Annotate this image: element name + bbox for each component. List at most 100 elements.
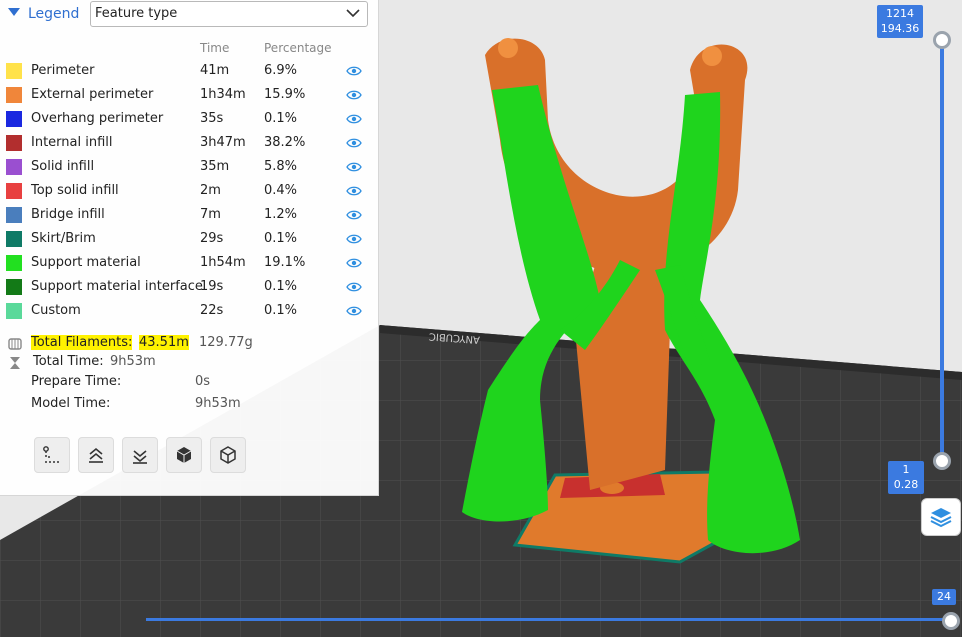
prepare-time-row: Prepare Time: 0s <box>0 374 378 392</box>
bottom-layer-tag: 1 0.28 <box>888 461 924 494</box>
layer-slider-track[interactable] <box>940 40 944 460</box>
color-swatch <box>6 135 22 151</box>
move-slider-handle[interactable] <box>942 612 960 630</box>
feature-time: 29s <box>200 231 224 246</box>
feature-time: 19s <box>200 279 224 294</box>
feature-name: Top solid infill <box>31 183 119 198</box>
model-time-value: 9h53m <box>195 396 241 411</box>
color-swatch <box>6 255 22 271</box>
travel-path-button[interactable] <box>34 437 70 473</box>
legend-row: Skirt/Brim 29s 0.1% <box>0 228 378 250</box>
view-type-value: Feature type <box>95 6 178 21</box>
wireframe-cube-icon <box>220 446 236 464</box>
collapse-triangle-icon[interactable] <box>8 8 20 16</box>
feature-time: 7m <box>200 207 221 222</box>
legend-panel: Legend Feature type Time Percentage Peri… <box>0 0 379 496</box>
prepare-time-label: Prepare Time: <box>31 374 122 389</box>
feature-percentage: 15.9% <box>264 87 306 102</box>
feature-time: 1h34m <box>200 87 246 102</box>
wireframe-view-button[interactable] <box>210 437 246 473</box>
total-filaments-weight: 129.77g <box>199 335 253 350</box>
legend-column-headers: Time Percentage <box>0 41 378 57</box>
feature-name: Skirt/Brim <box>31 231 96 246</box>
total-filaments-length: 43.51m <box>139 335 189 350</box>
color-swatch <box>6 207 22 223</box>
eye-icon[interactable] <box>346 281 362 293</box>
move-slider-tag: 24 <box>932 589 956 605</box>
eye-icon[interactable] <box>346 89 362 101</box>
solid-cube-icon <box>176 447 192 463</box>
feature-percentage: 0.4% <box>264 183 298 198</box>
legend-row: Custom 22s 0.1% <box>0 300 378 322</box>
feature-name: Perimeter <box>31 63 95 78</box>
legend-row: Top solid infill 2m 0.4% <box>0 180 378 202</box>
bottom-layer-number: 1 <box>902 463 910 476</box>
legend-row: Overhang perimeter 35s 0.1% <box>0 108 378 130</box>
legend-row: External perimeter 1h34m 15.9% <box>0 84 378 106</box>
move-slider-track[interactable] <box>146 618 946 621</box>
eye-icon[interactable] <box>346 65 362 77</box>
eye-icon[interactable] <box>346 305 362 317</box>
legend-row: Internal infill 3h47m 38.2% <box>0 132 378 154</box>
eye-icon[interactable] <box>346 209 362 221</box>
layer-down-button[interactable] <box>122 437 158 473</box>
feature-percentage: 0.1% <box>264 111 298 126</box>
chevron-down-icon <box>346 9 360 18</box>
legend-row: Solid infill 35m 5.8% <box>0 156 378 178</box>
hourglass-icon <box>10 357 20 369</box>
feature-name: Internal infill <box>31 135 113 150</box>
layer-up-icon <box>89 447 103 463</box>
legend-header: Legend Feature type <box>0 0 378 28</box>
prepare-time-value: 0s <box>195 374 211 389</box>
feature-time: 2m <box>200 183 221 198</box>
feature-percentage: 19.1% <box>264 255 306 270</box>
color-swatch <box>6 63 22 79</box>
total-time-label: Total Time: <box>33 354 104 369</box>
feature-percentage: 5.8% <box>264 159 298 174</box>
model-time-label: Model Time: <box>31 396 111 411</box>
feature-percentage: 0.1% <box>264 279 298 294</box>
eye-icon[interactable] <box>346 233 362 245</box>
eye-icon[interactable] <box>346 257 362 269</box>
total-filaments-row: Total Filaments: 43.51m 129.77g <box>0 335 378 353</box>
color-swatch <box>6 231 22 247</box>
eye-icon[interactable] <box>346 185 362 197</box>
feature-percentage: 0.1% <box>264 303 298 318</box>
eye-icon[interactable] <box>346 137 362 149</box>
layer-up-button[interactable] <box>78 437 114 473</box>
feature-time: 3h47m <box>200 135 246 150</box>
color-swatch <box>6 279 22 295</box>
feature-percentage: 1.2% <box>264 207 298 222</box>
feature-percentage: 38.2% <box>264 135 306 150</box>
eye-icon[interactable] <box>346 113 362 125</box>
feature-name: Overhang perimeter <box>31 111 164 126</box>
bottom-layer-handle[interactable] <box>933 452 951 470</box>
top-layer-height: 194.36 <box>880 22 920 35</box>
feature-name: Custom <box>31 303 81 318</box>
legend-title: Legend <box>28 6 80 22</box>
feature-time: 1h54m <box>200 255 246 270</box>
top-layer-handle[interactable] <box>933 31 951 49</box>
legend-row: Support material 1h54m 19.1% <box>0 252 378 274</box>
solid-view-button[interactable] <box>166 437 202 473</box>
eye-icon[interactable] <box>346 161 362 173</box>
feature-name: Bridge infill <box>31 207 105 222</box>
view-type-select[interactable]: Feature type <box>90 1 368 27</box>
total-time-value: 9h53m <box>110 354 156 369</box>
feature-time: 35m <box>200 159 230 174</box>
legend-row: Perimeter 41m 6.9% <box>0 60 378 82</box>
feature-name: Solid infill <box>31 159 95 174</box>
bottom-layer-height: 0.28 <box>893 478 919 491</box>
feature-time: 22s <box>200 303 224 318</box>
total-time-row: Total Time: 9h53m <box>0 354 378 372</box>
percentage-column-header: Percentage <box>264 41 332 55</box>
feature-percentage: 6.9% <box>264 63 298 78</box>
color-swatch <box>6 159 22 175</box>
layers-button[interactable] <box>921 498 961 536</box>
color-swatch <box>6 111 22 127</box>
total-filaments-label: Total Filaments: <box>31 335 133 350</box>
top-layer-number: 1214 <box>886 7 914 20</box>
feature-name: External perimeter <box>31 87 154 102</box>
filament-spool-icon <box>8 338 22 350</box>
legend-row: Bridge infill 7m 1.2% <box>0 204 378 226</box>
